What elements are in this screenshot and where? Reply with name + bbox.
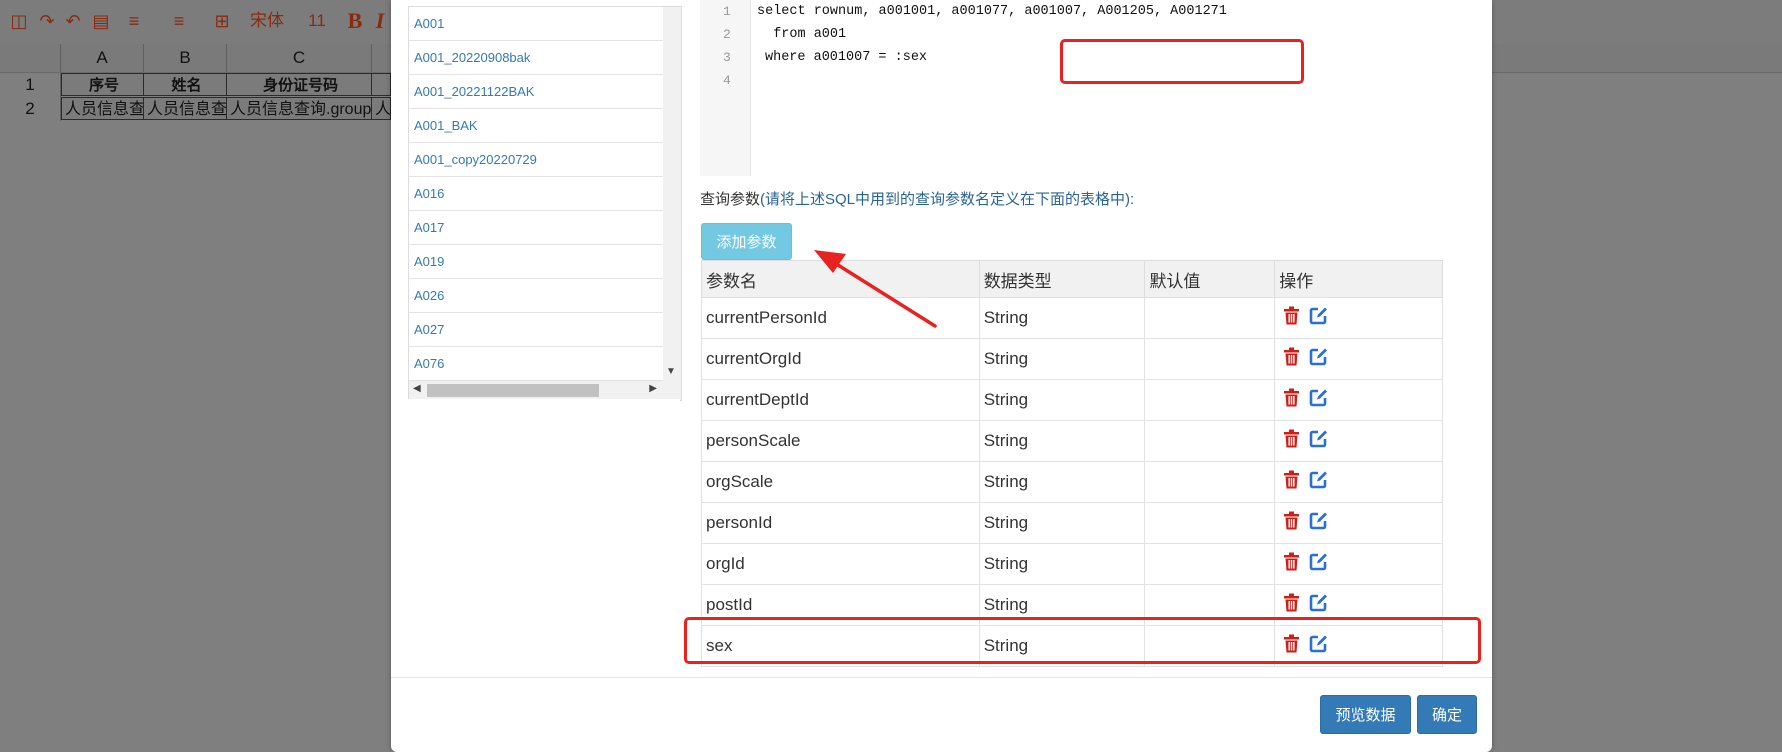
annotation-arrow-head	[814, 250, 846, 273]
annotation-arrow	[814, 250, 937, 328]
annotation-arrow-line	[828, 258, 937, 328]
